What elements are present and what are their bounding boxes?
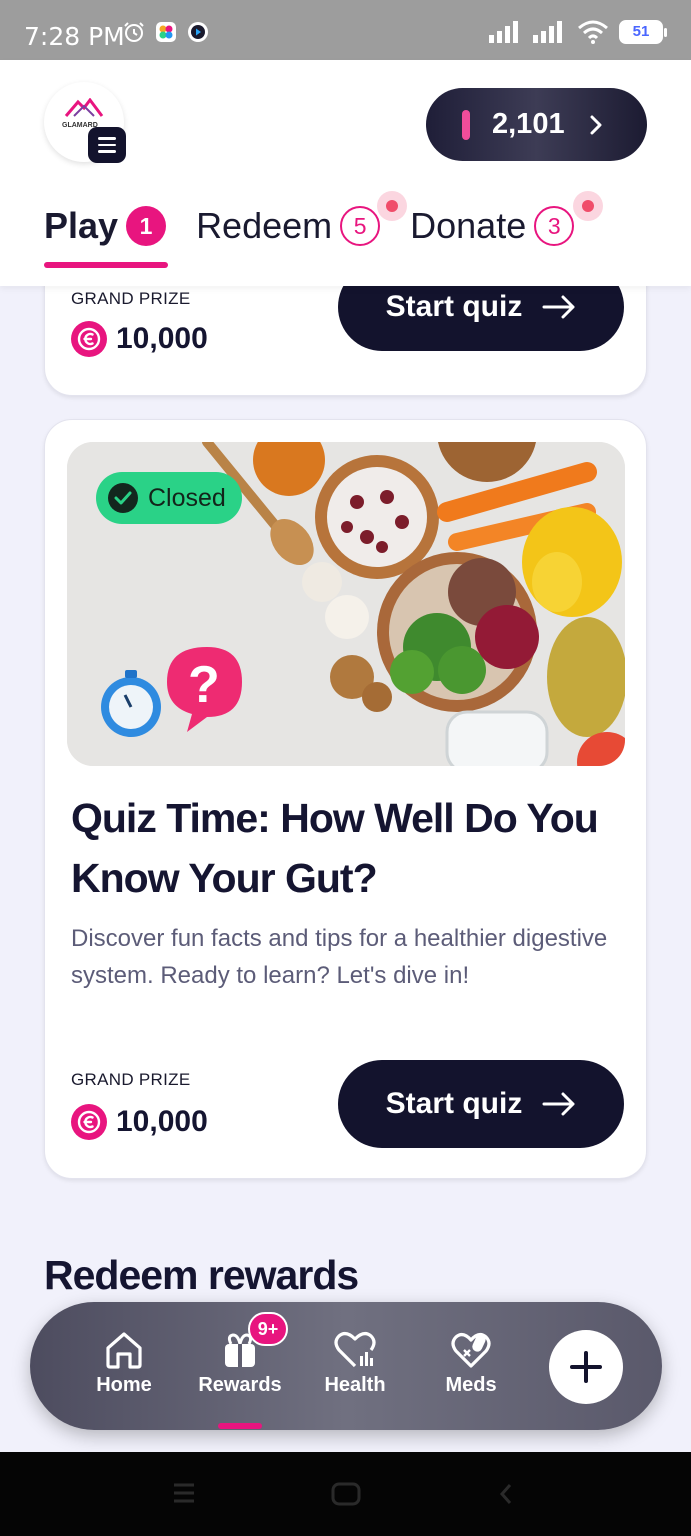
system-nav-bar	[0, 1452, 691, 1536]
recent-apps-icon[interactable]	[172, 1482, 196, 1504]
start-quiz-button[interactable]: Start quiz	[338, 1060, 624, 1148]
app-header: GLAMARD 2,101 Play 1 Redeem 5 Donate 3	[0, 60, 691, 286]
back-icon[interactable]	[498, 1482, 514, 1506]
tab-count-badge: 3	[534, 206, 575, 246]
closed-badge: Closed	[96, 472, 242, 524]
section-title-redeem-rewards: Redeem rewards	[44, 1252, 359, 1298]
quiz-description: Discover fun facts and tips for a health…	[71, 925, 608, 989]
media-icon	[188, 22, 208, 42]
plus-icon	[570, 1351, 602, 1383]
points-icon	[462, 109, 470, 140]
bottom-nav: Home Rewards 9+ Health Meds	[30, 1302, 662, 1430]
grand-prize-value: 10,000	[71, 1104, 208, 1140]
arrow-right-icon	[542, 295, 575, 319]
notification-dot	[573, 191, 604, 221]
tab-count-badge: 5	[340, 206, 381, 246]
signal-icon	[489, 21, 518, 43]
home-system-icon[interactable]	[331, 1482, 361, 1506]
wifi-icon	[578, 20, 608, 44]
grand-prize-value: 10,000	[71, 321, 208, 357]
pill-heart-icon	[451, 1333, 491, 1368]
tab-count-badge: 1	[126, 206, 167, 246]
quiz-card: GRAND PRIZE 10,000 Start quiz	[44, 286, 647, 396]
status-bar: 7:28 PM 51	[0, 0, 691, 60]
signal-icon	[533, 21, 562, 43]
arrow-right-icon	[542, 1092, 575, 1116]
battery-icon: 51	[619, 20, 667, 44]
tab-play[interactable]: Play 1	[44, 200, 168, 268]
rewards-count-badge: 9+	[248, 1312, 288, 1346]
nav-home[interactable]: Home	[69, 1330, 179, 1397]
home-icon	[106, 1332, 142, 1369]
points-value: 2,101	[492, 108, 565, 140]
menu-icon	[98, 137, 116, 140]
quiz-card: ? Closed Quiz Time: How Well Do You Know…	[44, 419, 647, 1179]
check-icon	[108, 483, 138, 513]
nav-health[interactable]: Health	[300, 1330, 410, 1397]
alarm-icon	[124, 22, 144, 42]
points-balance-button[interactable]: 2,101	[426, 88, 647, 161]
coin-icon	[71, 321, 107, 357]
status-time: 7:28 PM	[24, 22, 125, 51]
start-quiz-button[interactable]: Start quiz	[338, 286, 624, 351]
svg-text:?: ?	[188, 656, 220, 714]
grand-prize-label: GRAND PRIZE	[71, 289, 191, 308]
content-scroll[interactable]: GRAND PRIZE 10,000 Start quiz ? Closed Q…	[0, 286, 691, 1452]
chevron-right-icon	[590, 115, 602, 134]
menu-button[interactable]	[88, 127, 126, 163]
quiz-title: Quiz Time: How Well Do You Know Your Gut…	[71, 795, 599, 901]
notification-dot	[377, 191, 408, 221]
nav-meds[interactable]: Meds	[416, 1330, 526, 1397]
add-button[interactable]	[549, 1330, 623, 1404]
tab-donate[interactable]: Donate 3	[410, 191, 604, 252]
grand-prize-label: GRAND PRIZE	[71, 1070, 191, 1089]
coin-icon	[71, 1104, 107, 1140]
active-nav-indicator	[218, 1423, 262, 1429]
active-tab-indicator	[44, 262, 168, 268]
quiz-hero-image: ? Closed	[67, 442, 625, 766]
app-icon	[156, 22, 176, 42]
tab-bar: Play 1 Redeem 5 Donate 3	[44, 191, 604, 268]
tab-redeem[interactable]: Redeem 5	[196, 191, 408, 252]
logo-roof-icon	[64, 98, 104, 117]
heart-chart-icon	[334, 1332, 376, 1368]
